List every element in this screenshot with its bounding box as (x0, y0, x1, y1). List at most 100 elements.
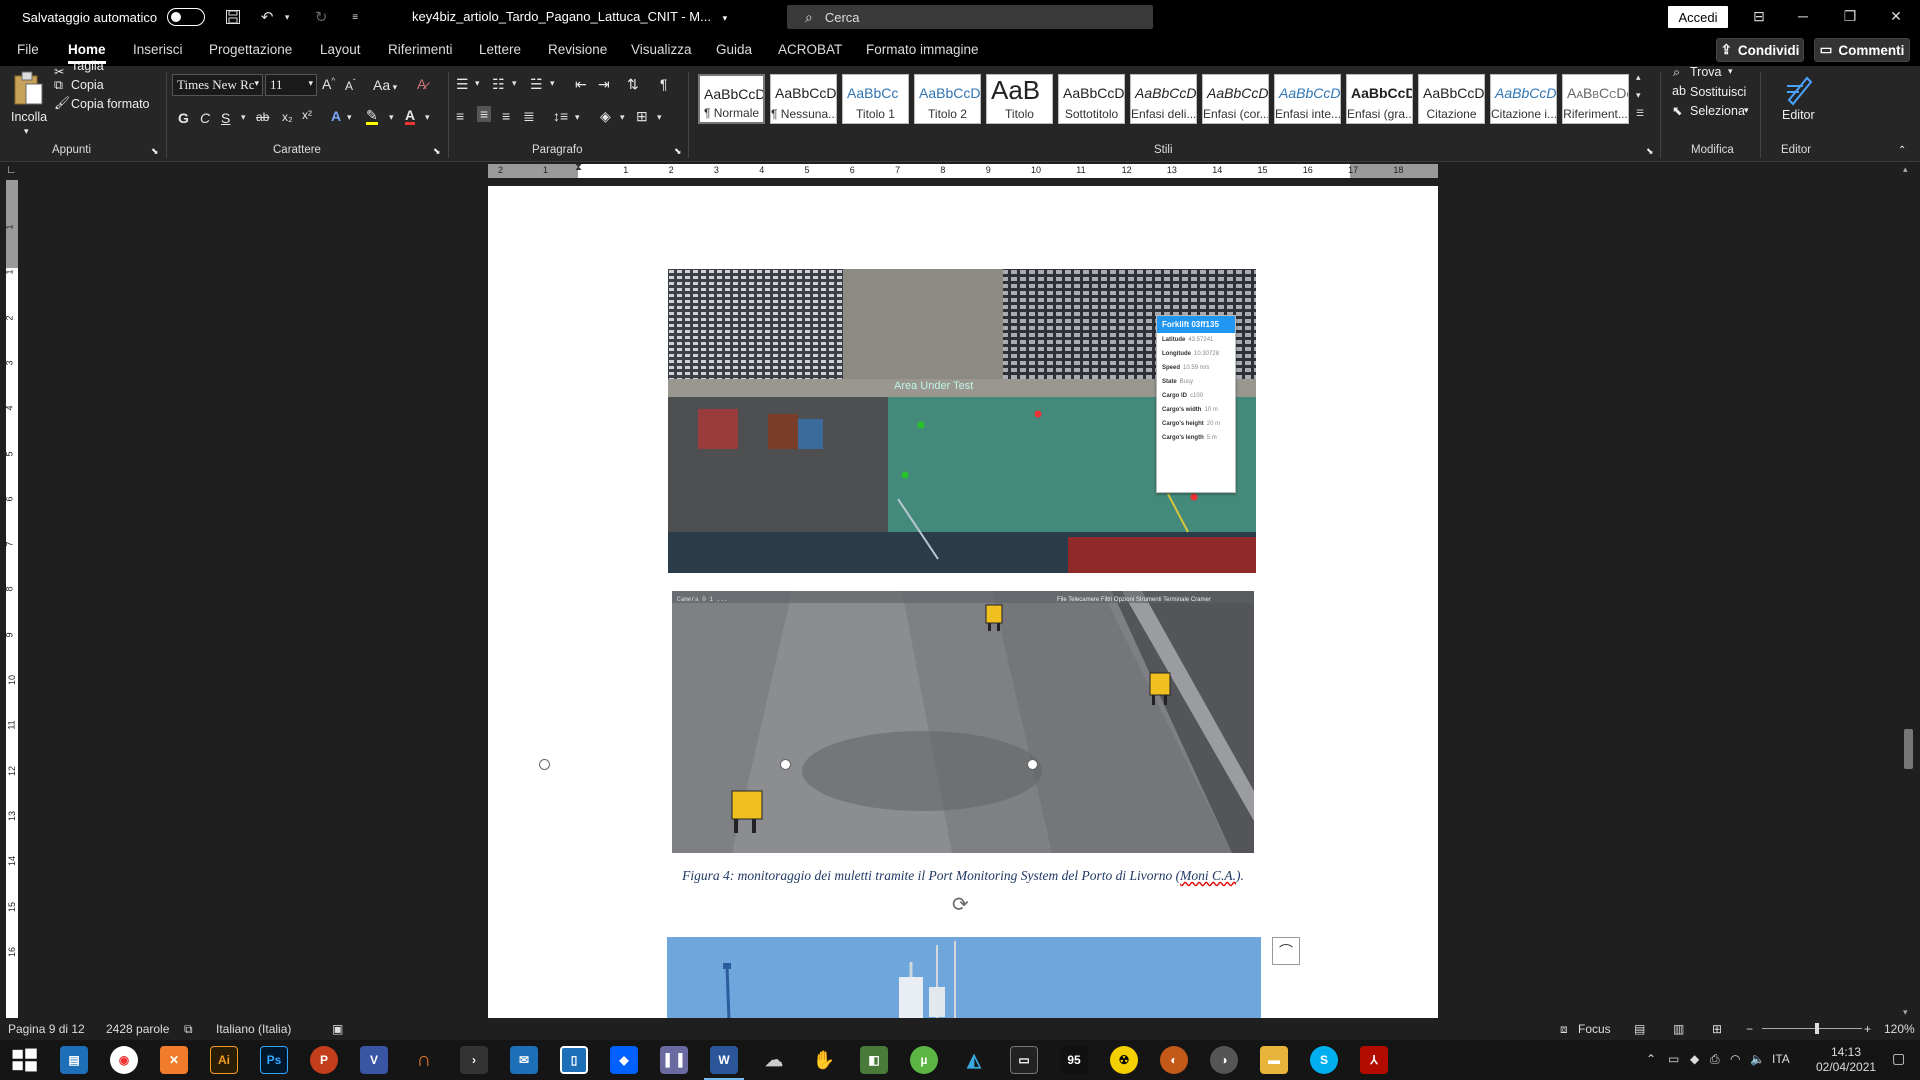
hand-icon[interactable]: ✋ (810, 1046, 838, 1074)
bullets-icon[interactable]: ☰ (456, 76, 469, 93)
app-icon[interactable]: ▯ (560, 1046, 588, 1074)
outlook-icon[interactable]: ✉ (510, 1046, 538, 1074)
app-icon[interactable]: ◭ (960, 1046, 988, 1074)
zoom-slider-thumb[interactable] (1815, 1023, 1819, 1034)
app-icon[interactable]: ◧ (860, 1046, 888, 1074)
tab-design[interactable]: Progettazione (209, 42, 292, 57)
editor-button[interactable]: Editor (1774, 70, 1824, 140)
vertical-ruler[interactable]: 1 1 2 3 4 5 6 7 8 9 10 11 12 13 14 15 16 (5, 180, 18, 1020)
style-item[interactable]: AaBbCcDc Enfasi inte... (1274, 74, 1341, 124)
gallery-down-icon[interactable]: ▾ (1636, 90, 1641, 101)
copy-button[interactable]: Copia (71, 78, 104, 92)
style-item[interactable]: AaBbCcDc Riferiment... (1562, 74, 1629, 124)
replace-button[interactable]: Sostituisci (1690, 85, 1746, 99)
strikethrough-button[interactable]: ab (256, 110, 269, 124)
horizontal-ruler[interactable]: 2 1 1 2 3 4 5 6 7 8 9 10 11 12 13 14 15 16 17 18 ⧗ (488, 162, 1438, 178)
borders-icon[interactable]: ⊞ (636, 108, 648, 125)
simulation-quay-image[interactable]: Camera 0 1 ... File Telecamere Filtri Op… (672, 591, 1254, 853)
decrease-indent-icon[interactable]: ⇤ (575, 76, 587, 93)
cloud-icon[interactable]: ☁ (760, 1046, 788, 1074)
style-item[interactable]: AaBbCcDc ¶ Normale (698, 74, 765, 124)
share-button[interactable]: ⇪ Condividi (1716, 38, 1804, 62)
chevron-down-icon[interactable]: ▾ (277, 7, 297, 27)
style-item[interactable]: AaBbCcDc Citazione i... (1490, 74, 1557, 124)
sign-in-button[interactable]: Accedi (1668, 6, 1728, 28)
dropbox-icon[interactable]: ◆ (610, 1046, 638, 1074)
battery-icon[interactable]: ▭ (1668, 1052, 1679, 1066)
style-item[interactable]: AaBbCcDc Enfasi (cor... (1202, 74, 1269, 124)
selection-handle[interactable] (1027, 759, 1038, 770)
shading-icon[interactable]: ◈ (600, 108, 611, 125)
font-color-icon[interactable]: A (405, 108, 416, 125)
find-button[interactable]: Trova (1690, 65, 1722, 79)
dropbox-tray-icon[interactable]: ◆ (1690, 1052, 1699, 1066)
tower-photo-image[interactable] (667, 937, 1261, 1020)
dialog-launcher-icon[interactable]: ⬊ (674, 146, 682, 157)
align-left-icon[interactable]: ≡ (456, 108, 464, 124)
gallery-more-icon[interactable]: ☰ (1636, 108, 1644, 119)
ribbon-display-icon[interactable]: ⊟ (1749, 8, 1769, 25)
style-item[interactable]: AaBbCc Titolo 1 (842, 74, 909, 124)
page-count[interactable]: Pagina 9 di 12 (8, 1022, 85, 1036)
tab-picture-format[interactable]: Formato immagine (866, 42, 979, 57)
photoshop-icon[interactable]: Ps (260, 1046, 288, 1074)
chevron-down-icon[interactable]: ▾ (1728, 66, 1733, 77)
italic-button[interactable]: C (200, 110, 210, 126)
printer-icon[interactable]: ⎙ (1710, 1052, 1720, 1067)
dialog-launcher-icon[interactable]: ⬊ (433, 146, 441, 157)
vertical-scrollbar[interactable]: ▴ ▾ (1900, 164, 1916, 1018)
collapse-ribbon-icon[interactable]: ⌃ (1898, 145, 1906, 156)
tab-review[interactable]: Revisione (548, 42, 607, 57)
web-layout-icon[interactable]: ⊞ (1712, 1022, 1722, 1036)
layout-options-icon[interactable]: ⌒ (1272, 937, 1300, 965)
font-name-select[interactable]: Times New Rc ▾ (172, 74, 263, 96)
app-icon[interactable]: ◑ (1210, 1046, 1238, 1074)
gallery-up-icon[interactable]: ▴ (1636, 72, 1641, 83)
paste-button[interactable]: Incolla ▾ (10, 70, 47, 140)
tab-file[interactable]: File (17, 42, 39, 57)
chevron-down-icon[interactable]: ▾ (620, 112, 625, 123)
windows-start-icon[interactable] (10, 1046, 38, 1074)
line-spacing-icon[interactable]: ↕≡ (553, 108, 568, 124)
dialog-launcher-icon[interactable]: ⬊ (151, 146, 159, 157)
redo-icon[interactable]: ↻ (311, 7, 331, 27)
terminal-app-icon[interactable]: › (460, 1046, 488, 1074)
minimize-icon[interactable]: ─ (1793, 8, 1813, 24)
tab-acrobat[interactable]: ACROBAT (778, 42, 842, 57)
justify-icon[interactable]: ≣ (523, 108, 535, 125)
cmd-icon[interactable]: ▭ (1010, 1046, 1038, 1074)
text-effects-icon[interactable]: A (331, 108, 341, 124)
numbering-icon[interactable]: ☷ (492, 76, 505, 93)
powerpoint-icon[interactable]: P (310, 1046, 338, 1074)
indent-marker-icon[interactable]: ⧗ (575, 162, 582, 173)
tab-help[interactable]: Guida (716, 42, 752, 57)
app-icon[interactable]: ◐ (1160, 1046, 1188, 1074)
document-page[interactable]: Area Under Test Forklift 03ff135 Latitud… (488, 186, 1438, 1020)
visio-icon[interactable]: V (360, 1046, 388, 1074)
superscript-icon[interactable]: x² (302, 108, 312, 122)
proofing-icon[interactable]: ⧉ (184, 1022, 193, 1037)
selection-handle[interactable] (539, 759, 550, 770)
tab-insert[interactable]: Inserisci (133, 42, 183, 57)
search-input[interactable]: ⌕ Cerca (787, 5, 1153, 29)
tray-expand-icon[interactable]: ⌃ (1646, 1052, 1656, 1066)
skype-icon[interactable]: S (1310, 1046, 1338, 1074)
chevron-down-icon[interactable]: ▾ (347, 112, 352, 123)
chevron-down-icon[interactable]: ▾ (241, 112, 246, 123)
format-painter-button[interactable]: Copia formato (71, 97, 150, 111)
change-case-button[interactable]: Aa ▾ (373, 77, 397, 93)
style-item[interactable]: AaBbCcD Sottotitolo (1058, 74, 1125, 124)
autosave-toggle[interactable] (167, 8, 206, 26)
restore-icon[interactable]: ❐ (1840, 8, 1860, 25)
show-paragraph-marks-icon[interactable]: ¶ (660, 76, 668, 92)
chrome-icon[interactable]: ◉ (110, 1046, 138, 1074)
acrobat-icon[interactable]: ⅄ (1360, 1046, 1388, 1074)
app-icon[interactable]: 95 (1060, 1046, 1088, 1074)
dialog-launcher-icon[interactable]: ⬊ (1646, 146, 1654, 157)
tab-layout[interactable]: Layout (320, 42, 361, 57)
font-size-select[interactable]: 11 ▾ (265, 74, 317, 96)
chevron-down-icon[interactable]: ▾ (425, 112, 430, 123)
zoom-in-icon[interactable]: + (1864, 1022, 1871, 1036)
scroll-down-icon[interactable]: ▾ (1903, 1007, 1908, 1018)
tab-view[interactable]: Visualizza (631, 42, 692, 57)
